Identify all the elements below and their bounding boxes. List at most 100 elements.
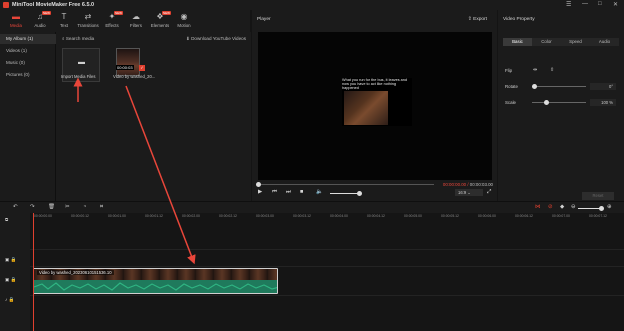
export-button[interactable]: ⇪ Export [468,17,487,22]
ruler-tick: 00:00:04.12 [367,214,385,218]
undo-icon[interactable]: ↶ [13,204,18,210]
crop-icon[interactable]: ⌗ [100,204,103,211]
reset-button[interactable]: Reset [582,192,614,200]
added-check-icon[interactable]: ✓ [139,65,145,71]
menu-icon[interactable]: ☰ [566,1,571,8]
redo-icon[interactable]: ↷ [30,204,35,210]
sidebar-item-videos[interactable]: Videos (1) [0,46,56,56]
zoom-out-icon[interactable]: ⊖ [571,204,576,210]
ruler-tick: 00:00:05.00 [404,214,422,218]
ruler-tick: 00:00:01.00 [108,214,126,218]
delete-icon[interactable]: 🗑 [48,204,55,210]
thumbnail-image [117,49,139,75]
aspect-ratio-select[interactable]: 16:9 ⌄ [455,189,483,196]
flip-horizontal-icon[interactable]: ⇹ [533,67,537,73]
audio-mute-icon[interactable]: ⊘ [548,204,553,210]
search-media-label: Search media [65,36,95,41]
ruler-tick: 00:00:02.12 [219,214,237,218]
download-youtube-button[interactable]: ⬇ Download YouTube Videos [186,36,246,42]
track-divider [30,295,624,296]
volume-icon[interactable]: 🔈 [316,189,323,195]
tab-motion[interactable]: ◉ Motion [172,11,196,31]
text-icon: T [61,12,67,21]
minimize-icon[interactable]: — [582,1,588,7]
ruler-tick: 00:00:06.12 [515,214,533,218]
tab-color[interactable]: Color [532,38,561,46]
zoom-handle[interactable] [599,206,604,211]
ruler-tick: 00:00:03.12 [293,214,311,218]
search-media[interactable]: ⌕ Search media [62,36,94,41]
tab-elements[interactable]: NEW ❖ Elements [148,11,172,31]
media-sidebar: My Album (1) Videos (1) Music (0) Pictur… [0,32,56,201]
fullscreen-icon[interactable]: ⤢ [487,189,491,196]
stop-icon[interactable]: ■ [300,189,303,195]
ruler-tick: 00:00:05.12 [441,214,459,218]
filter-icon: ☁ [132,12,140,21]
tab-media[interactable]: ▬ Media [4,11,28,31]
flip-vertical-icon[interactable]: ⇳ [550,67,554,73]
scale-slider[interactable] [532,100,586,105]
playhead[interactable] [33,213,34,331]
tab-speed[interactable]: Speed [561,38,590,46]
ruler-tick: 00:00:01.12 [145,214,163,218]
volume-handle[interactable] [357,191,362,196]
seek-handle[interactable] [256,182,261,187]
zoom-fit-icon[interactable]: ◆ [560,204,564,210]
tab-effects[interactable]: NEW ✦ Effects [100,11,124,31]
zoom-in-icon[interactable]: ⊕ [607,204,612,210]
previous-frame-icon[interactable]: ⏮ [272,189,277,196]
timeline-toolbar: ↶ ↷ 🗑 ✂ ◔ ⌗ ⋈ ⊘ ◆ ⊖ ⊕ [0,201,624,213]
sidebar-item-pictures[interactable]: Pictures (0) [0,70,56,80]
flip-label: Flip [505,68,513,73]
tab-motion-label: Motion [177,23,191,28]
title-bar: MiniTool MovieMaker Free 6.5.0 ☰ — □ ✕ [0,0,624,10]
tab-filters[interactable]: ☁ Filters [124,11,148,31]
ruler-tick: 00:00:00.00 [34,214,52,218]
sidebar-item-my-album[interactable]: My Album (1) [0,34,56,44]
tab-audio[interactable]: NEW ♫ Audio [28,11,52,31]
scale-value[interactable]: 100 % [590,99,616,106]
tab-media-label: Media [10,23,22,28]
zoom-slider[interactable] [578,206,604,211]
video-frame: What you run for the bus, it leaves and … [342,78,412,126]
track-divider [30,266,624,267]
tab-audio-label: Audio [34,23,46,28]
main-track-icon[interactable]: ▣ 🔒 [5,277,16,283]
video-thumbnail[interactable] [116,48,140,76]
folder-icon: ▬ [12,12,20,21]
ruler-tick: 00:00:03.00 [256,214,274,218]
tab-basic[interactable]: Basic [503,38,532,46]
tab-text[interactable]: T Text [52,11,76,31]
add-track-icon[interactable]: ⧉ [5,217,8,222]
music-track-icon[interactable]: ♪ 🔒 [5,297,14,303]
close-icon[interactable]: ✕ [613,1,618,8]
rotate-value[interactable]: 0° [590,83,616,90]
seek-bar[interactable] [256,182,434,187]
speed-icon[interactable]: ◔ [83,204,86,210]
tab-transitions[interactable]: ⇄ Transitions [76,11,100,31]
tab-audio-prop[interactable]: Audio [590,38,619,46]
video-clip[interactable]: Video by washed_20230610151536.10 [33,268,278,294]
player-title: Player [257,17,271,22]
preview-screen[interactable]: What you run for the bus, it leaves and … [258,32,492,180]
rotate-slider[interactable] [532,84,586,89]
rotate-handle[interactable] [532,84,537,89]
new-badge: NEW [162,11,171,15]
snap-icon[interactable]: ⋈ [535,204,541,210]
player-panel: Player ⇪ Export What you run for the bus… [252,10,497,201]
time-ruler[interactable]: 00:00:00.00 00:00:00.12 00:00:01.00 00:00:0… [30,213,624,219]
scale-handle[interactable] [544,100,549,105]
video-track-icon[interactable]: ▣ 🔒 [5,257,16,263]
property-title: Video Property [503,17,535,22]
next-frame-icon[interactable]: ⏭ [286,189,291,196]
maximize-icon[interactable]: □ [598,1,602,7]
ruler-tick: 00:00:07.12 [589,214,607,218]
play-icon[interactable]: ▶ [258,189,262,195]
sidebar-item-music[interactable]: Music (0) [0,58,56,68]
split-icon[interactable]: ✂ [65,204,70,210]
video-caption: What you run for the bus, it leaves and … [342,78,408,91]
volume-slider[interactable] [330,191,362,196]
rotate-label: Rotate [505,84,518,89]
property-panel: Video Property Basic Color Speed Audio F… [498,10,624,201]
transition-icon: ⇄ [84,12,92,21]
